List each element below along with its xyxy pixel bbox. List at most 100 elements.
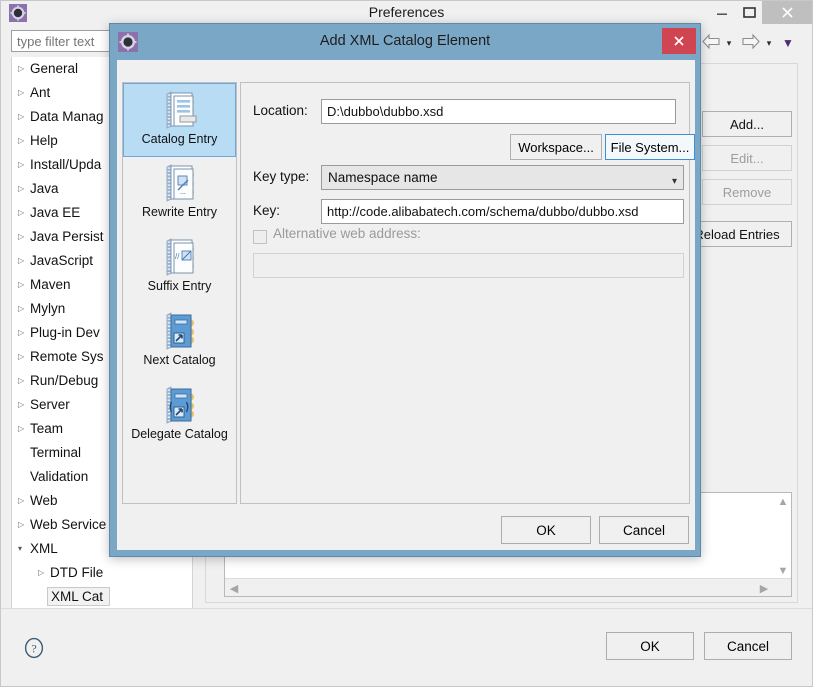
sidebar-item-label: DTD File <box>50 565 104 580</box>
cancel-button[interactable]: Cancel <box>704 632 792 660</box>
chevron-right-icon[interactable]: ▷ <box>18 105 28 129</box>
chevron-left-icon[interactable]: ◀ <box>227 579 241 597</box>
entry-type-label: Rewrite Entry <box>141 205 218 219</box>
page-title: Preferences <box>368 4 445 20</box>
svg-text:?: ? <box>31 642 36 656</box>
dialog-body: Catalog Entry... Rewrite Entry // Suffix En… <box>117 60 695 550</box>
sidebar-item-label: Install/Upda <box>30 157 102 172</box>
chevron-right-icon[interactable]: ▷ <box>18 513 28 537</box>
file-system-button[interactable]: File System... <box>605 134 695 160</box>
dialog-titlebar: Add XML Catalog Element <box>110 24 700 60</box>
chevron-right-icon[interactable]: ▷ <box>18 369 28 393</box>
alternative-web-address-checkbox <box>253 230 267 244</box>
key-label: Key: <box>253 203 281 218</box>
vertical-scrollbar[interactable]: ▲ ▼ <box>775 493 791 580</box>
key-input[interactable] <box>321 199 684 224</box>
entry-type-label: Next Catalog <box>143 353 216 367</box>
dialog-cancel-button[interactable]: Cancel <box>599 516 689 544</box>
suffix-entry-icon: // <box>158 237 202 277</box>
entry-type-next-catalog[interactable]: Next Catalog <box>123 305 236 379</box>
add-xml-catalog-element-dialog: Add XML Catalog Element Catalog Entry...… <box>109 23 701 557</box>
triangle-down-icon[interactable]: ▼ <box>782 37 794 49</box>
alternative-web-address-input <box>253 253 684 278</box>
chevron-right-icon[interactable]: ▷ <box>18 81 28 105</box>
sidebar-item-label: Validation <box>30 469 89 484</box>
catalog-entry-form: Location: Workspace... File System... Ke… <box>240 82 695 504</box>
chevron-right-icon[interactable]: ▷ <box>38 561 48 585</box>
sidebar-item-label: Terminal <box>30 445 82 460</box>
chevron-right-icon[interactable]: ▷ <box>18 129 28 153</box>
chevron-right-icon[interactable]: ▷ <box>18 489 28 513</box>
entry-type-label: Suffix Entry <box>147 279 212 293</box>
chevron-right-icon[interactable]: ▷ <box>18 417 28 441</box>
remove-button: Remove <box>702 179 792 205</box>
help-question-icon[interactable]: ? <box>23 637 45 659</box>
close-button[interactable] <box>762 1 812 24</box>
chevron-right-icon[interactable]: ▷ <box>18 273 28 297</box>
entry-type-delegate-catalog[interactable]: Delegate Catalog <box>123 379 236 453</box>
svg-text:...: ... <box>180 189 186 196</box>
chevron-right-icon[interactable]: ▷ <box>18 201 28 225</box>
entry-type-rewrite-entry[interactable]: ... Rewrite Entry <box>123 157 236 231</box>
location-input[interactable] <box>321 99 676 124</box>
sidebar-item-label: Help <box>30 133 58 148</box>
chevron-right-icon[interactable]: ▷ <box>18 57 28 81</box>
chevron-down-icon: ▾ <box>671 176 677 187</box>
chevron-down-icon[interactable]: ▾ <box>18 537 28 561</box>
sidebar-item-label: Java EE <box>30 205 81 220</box>
sidebar-item-label: Run/Debug <box>30 373 99 388</box>
rewrite-entry-icon: ... <box>158 163 202 203</box>
window-titlebar: Preferences <box>1 1 812 25</box>
alternative-web-address-label: Alternative web address: <box>273 226 421 241</box>
chevron-right-icon[interactable]: ▷ <box>18 393 28 417</box>
sidebar-item-label: Web Service <box>30 517 107 532</box>
preferences-window: Preferences ▾ ▾ ▼ ▷Gen <box>0 0 813 687</box>
chevron-right-icon[interactable]: ▷ <box>18 321 28 345</box>
sidebar-item-label: Mylyn <box>30 301 66 316</box>
chevron-up-icon[interactable]: ▲ <box>775 495 791 509</box>
sidebar-item-label: Ant <box>30 85 51 100</box>
sidebar-item-xml-cat[interactable]: XML Cat <box>12 585 192 608</box>
chevron-right-icon[interactable]: ▶ <box>757 579 771 597</box>
sidebar-item-label: Server <box>30 397 70 412</box>
arrow-right-icon[interactable] <box>741 33 761 50</box>
dialog-title: Add XML Catalog Element <box>319 33 491 49</box>
svg-text://: // <box>175 252 180 261</box>
key-type-select[interactable]: Namespace name ▾ <box>321 165 684 190</box>
sidebar-item-label: Java Persist <box>30 229 104 244</box>
arrow-left-icon[interactable] <box>701 33 721 50</box>
chevron-down-icon[interactable]: ▾ <box>763 39 775 48</box>
chevron-down-icon[interactable]: ▼ <box>775 564 791 578</box>
chevron-right-icon[interactable]: ▷ <box>18 249 28 273</box>
workspace-button[interactable]: Workspace... <box>510 134 602 160</box>
chevron-right-icon[interactable]: ▷ <box>18 345 28 369</box>
horizontal-scrollbar[interactable]: ◀ ▶ <box>225 578 791 596</box>
sidebar-item-label: Team <box>30 421 64 436</box>
key-type-label: Key type: <box>253 169 310 184</box>
sidebar-item-label: General <box>30 61 79 76</box>
sidebar-item-label: Remote Sys <box>30 349 104 364</box>
sidebar-item-label: Data Manag <box>30 109 104 124</box>
chevron-right-icon[interactable]: ▷ <box>18 225 28 249</box>
chevron-right-icon[interactable]: ▷ <box>18 153 28 177</box>
sidebar-item-dtd-file[interactable]: ▷ DTD File <box>12 561 192 585</box>
entry-type-suffix-entry[interactable]: // Suffix Entry <box>123 231 236 305</box>
chevron-right-icon[interactable]: ▷ <box>18 177 28 201</box>
sidebar-item-label: Plug-in Dev <box>30 325 100 340</box>
sidebar-item-label: Maven <box>30 277 71 292</box>
entry-type-label: Catalog Entry <box>141 132 218 146</box>
ok-button[interactable]: OK <box>606 632 694 660</box>
add-button[interactable]: Add... <box>702 111 792 137</box>
entry-type-list[interactable]: Catalog Entry... Rewrite Entry // Suffix En… <box>122 82 237 504</box>
dialog-ok-button[interactable]: OK <box>501 516 591 544</box>
dialog-footer: ? OK Cancel <box>1 608 812 686</box>
entry-type-catalog-entry[interactable]: Catalog Entry <box>123 83 236 157</box>
next-catalog-icon <box>158 311 202 351</box>
chevron-right-icon[interactable]: ▷ <box>18 297 28 321</box>
chevron-down-icon[interactable]: ▾ <box>723 39 735 48</box>
close-icon[interactable] <box>662 28 696 54</box>
key-type-value: Namespace name <box>328 170 438 185</box>
sidebar-item-label: Web <box>30 493 58 508</box>
catalog-entry-icon <box>158 90 202 130</box>
entry-type-label: Delegate Catalog <box>131 427 228 441</box>
